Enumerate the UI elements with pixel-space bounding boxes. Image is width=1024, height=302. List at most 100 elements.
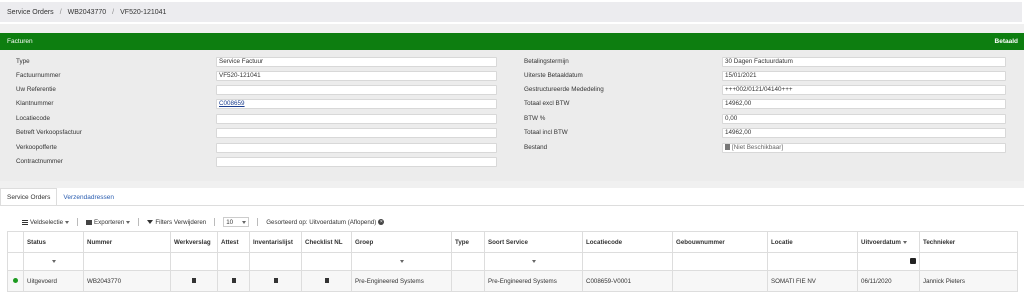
filter-checklist[interactable] — [301, 252, 352, 271]
header-number[interactable]: Nummer — [83, 231, 171, 253]
clear-sort-icon[interactable]: × — [378, 219, 385, 225]
filter-building-number[interactable] — [672, 252, 768, 271]
cell-type — [451, 270, 485, 292]
toolbar-divider — [257, 218, 259, 226]
document-icon[interactable] — [231, 277, 236, 283]
filter-technician[interactable] — [919, 252, 1018, 271]
field-selection-label: Veldselectie — [30, 218, 64, 226]
clear-filters-button[interactable]: Filters Verwijderen — [147, 219, 206, 226]
field-total-incl-vat[interactable]: 14962,00 — [722, 128, 1006, 138]
field-location-code[interactable] — [216, 114, 497, 124]
field-file[interactable]: [Niet Beschikbaar] — [722, 143, 1006, 153]
export-icon — [86, 219, 93, 225]
label-vat-percent: BTW % — [524, 115, 546, 122]
chevron-down-icon — [399, 260, 404, 263]
calendar-icon[interactable] — [910, 257, 916, 264]
header-technician[interactable]: Technieker — [919, 231, 1018, 253]
table-row[interactable]: Uitgevoerd WB2043770 Pre-Engineered Syst… — [7, 270, 1018, 292]
document-icon[interactable] — [192, 277, 196, 283]
cell-number[interactable]: WB2043770 — [83, 270, 171, 292]
tab-service-orders[interactable]: Service Orders — [0, 188, 58, 206]
export-button[interactable]: Exporteren — [86, 219, 131, 226]
header-location-code[interactable]: Locatiecode — [582, 231, 673, 253]
filter-execution-date[interactable] — [857, 252, 920, 271]
field-sales-invoice[interactable] — [216, 128, 497, 138]
field-payment-term[interactable]: 30 Dagen Factuurdatum — [722, 57, 1006, 67]
invoice-card-header: Facturen Betaald — [0, 33, 1024, 50]
document-icon[interactable] — [324, 277, 329, 283]
tabs-area: Service Orders Verzendadressen Veldselec… — [0, 188, 1024, 302]
header-status[interactable]: Status — [23, 231, 84, 253]
document-icon[interactable] — [273, 277, 278, 283]
sort-info: Gesorteerd op: Uitvoerdatum (Aflopend) × — [266, 219, 385, 226]
clear-filters-label: Filters Verwijderen — [155, 218, 207, 226]
cell-inventory[interactable] — [249, 270, 302, 292]
tab-divider — [0, 205, 1024, 206]
field-structured-message[interactable]: +++002/0121/04140+++ — [722, 85, 1006, 95]
status-dot-icon — [13, 277, 18, 283]
header-service-kind[interactable]: Soort Service — [484, 231, 583, 253]
field-customer-number-link[interactable]: C008659 — [216, 99, 497, 109]
field-selection-button[interactable]: Veldselectie — [22, 218, 70, 226]
header-checklist[interactable]: Checklist NL — [301, 231, 352, 253]
filter-number[interactable] — [83, 252, 171, 271]
payment-status: Betaald — [994, 38, 1018, 45]
header-execution-date-label: Uitvoerdatum — [861, 238, 901, 246]
page-size-select[interactable]: 10 — [223, 217, 250, 227]
label-invoice-number: Factuurnummer — [16, 72, 61, 79]
filter-location-code[interactable] — [582, 252, 673, 271]
toolbar-divider — [138, 218, 140, 226]
card-title: Facturen — [7, 38, 33, 45]
label-sales-invoice: Betreft Verkoopsfactuur — [16, 129, 82, 136]
filter-icon — [147, 220, 154, 224]
breadcrumb-item-order[interactable]: WB2043770 — [68, 9, 107, 16]
grid-filter-row — [7, 252, 1018, 271]
header-group[interactable]: Groep — [351, 231, 452, 253]
breadcrumb-item-service-orders[interactable]: Service Orders — [7, 9, 54, 16]
cell-status: Uitgevoerd — [23, 270, 84, 292]
cell-location: SOMATI FIE NV — [767, 270, 858, 292]
header-certificate[interactable]: Attest — [217, 231, 250, 253]
header-work-report[interactable]: Werkverslag — [170, 231, 218, 253]
filter-service-kind[interactable] — [484, 252, 583, 271]
breadcrumb-item-invoice: VF520-121041 — [120, 8, 167, 16]
filter-type[interactable] — [451, 252, 485, 271]
label-due-date: Uiterste Betaaldatum — [524, 72, 583, 79]
filter-location[interactable] — [767, 252, 858, 271]
header-building-number[interactable]: Gebouwnummer — [672, 231, 768, 253]
label-contract-number: Contractnummer — [16, 158, 63, 165]
filter-cell — [7, 252, 24, 271]
breadcrumb-separator: / — [112, 8, 115, 16]
toolbar-divider — [214, 218, 216, 226]
header-location[interactable]: Locatie — [767, 231, 858, 253]
filter-group[interactable] — [351, 252, 452, 271]
field-contract-number[interactable] — [216, 157, 497, 167]
cell-checklist[interactable] — [301, 270, 352, 292]
tab-bar: Service Orders Verzendadressen — [0, 188, 120, 206]
filter-status[interactable] — [23, 252, 84, 271]
grid-toolbar: Veldselectie Exporteren Filters Verwijde… — [22, 217, 392, 227]
cell-certificate[interactable] — [217, 270, 250, 292]
tab-shipping-addresses[interactable]: Verzendadressen — [57, 188, 120, 206]
cell-work-report[interactable] — [170, 270, 218, 292]
filter-inventory[interactable] — [249, 252, 302, 271]
header-inventory-list[interactable]: Inventarislijst — [249, 231, 302, 253]
field-due-date[interactable]: 15/01/2021 — [722, 71, 1006, 81]
header-execution-date[interactable]: Uitvoerdatum — [857, 231, 920, 253]
label-file: Bestand — [524, 144, 548, 151]
breadcrumb-separator: / — [59, 8, 62, 16]
cell-technician: Jannick Pieters — [919, 270, 1018, 292]
filter-work-report[interactable] — [170, 252, 218, 271]
toolbar-divider — [77, 218, 79, 226]
header-type[interactable]: Type — [451, 231, 485, 253]
field-type[interactable]: Service Factuur — [216, 57, 497, 67]
label-type: Type — [16, 58, 30, 65]
label-total-incl-vat: Totaal incl BTW — [524, 129, 568, 136]
field-total-excl-vat[interactable]: 14962,00 — [722, 99, 1006, 109]
filter-certificate[interactable] — [217, 252, 250, 271]
field-your-reference[interactable] — [216, 85, 497, 95]
field-invoice-number[interactable]: VF520-121041 — [216, 71, 497, 81]
label-total-excl-vat: Totaal excl BTW — [524, 100, 570, 107]
field-sales-quote[interactable] — [216, 143, 497, 153]
field-vat-percent[interactable]: 0,00 — [722, 114, 1006, 124]
